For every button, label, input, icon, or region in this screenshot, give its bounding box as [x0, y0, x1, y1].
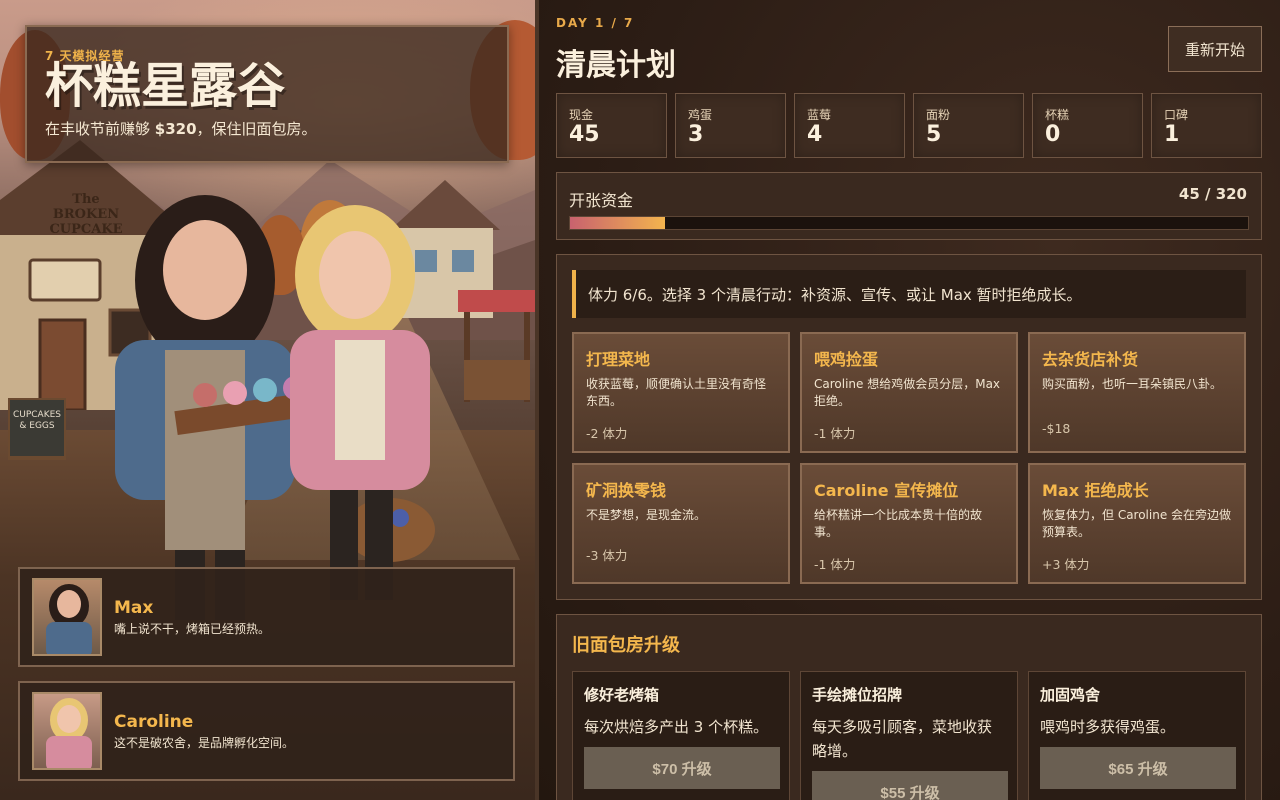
game-panel: DAY 1 / 7 清晨计划 重新开始 现金 45 鸡蛋 3 蓝莓 4 面粉 5… [539, 0, 1280, 800]
stat-eggs: 鸡蛋 3 [675, 93, 786, 158]
action-cost: -3 体力 [586, 548, 628, 563]
max-portrait-icon [46, 584, 92, 654]
action-promote-stall[interactable]: Caroline 宣传摊位 给杯糕讲一个比成本贵十倍的故事。 -1 体力 [800, 463, 1018, 584]
character-quote: 这不是破农舍，是品牌孵化空间。 [114, 735, 295, 750]
caroline-info: Caroline 这不是破农舍，是品牌孵化空间。 [114, 712, 294, 751]
stat-label: 口碑 [1164, 108, 1189, 122]
funds-progress-bar [569, 216, 1249, 230]
upgrade-coop: 加固鸡舍 喂鸡时多获得鸡蛋。 $65 升级 [1028, 671, 1246, 800]
energy-message: 体力 6/6。选择 3 个清晨行动：补资源、宣传、或让 Max 暂时拒绝成长。 [572, 270, 1246, 318]
action-grid: 打理菜地 收获蓝莓，顺便确认土里没有奇怪东西。 -2 体力 喂鸡捡蛋 Carol… [572, 332, 1246, 584]
action-restock-store[interactable]: 去杂货店补货 购买面粉，也听一耳朵镇民八卦。 -$18 [1028, 332, 1246, 453]
action-cost: -1 体力 [814, 426, 856, 441]
restart-button[interactable]: 重新开始 [1168, 26, 1262, 72]
upgrade-oven: 修好老烤箱 每次烘焙多产出 3 个杯糕。 $70 升级 [572, 671, 790, 800]
hero-subtitle: 在丰收节前赚够 $320，保住旧面包房。 [45, 118, 489, 139]
action-cost: -1 体力 [814, 557, 856, 572]
upgrade-sign-button[interactable]: $55 升级 [812, 771, 1008, 800]
action-refuse-growth[interactable]: Max 拒绝成长 恢复体力，但 Caroline 会在旁边做预算表。 +3 体力 [1028, 463, 1246, 584]
action-cost: -$18 [1042, 421, 1071, 436]
caroline-character [290, 205, 435, 600]
stat-cupcakes: 杯糕 0 [1032, 93, 1143, 158]
upgrade-name: 修好老烤箱 [584, 686, 660, 704]
character-card-max: Max 嘴上说不干，烤箱已经预热。 [18, 567, 515, 667]
action-desc: 给杯糕讲一个比成本贵十倍的故事。 [814, 508, 983, 539]
action-title: 矿洞换零钱 [586, 481, 667, 500]
upgrade-name: 加固鸡舍 [1040, 686, 1101, 704]
action-title: 打理菜地 [586, 350, 651, 369]
character-quote: 嘴上说不干，烤箱已经预热。 [114, 621, 271, 636]
funds-count: 45 / 320 [1178, 185, 1247, 203]
action-desc: 不是梦想，是现金流。 [586, 508, 707, 522]
stat-value: 0 [1045, 122, 1061, 147]
upgrades-title: 旧面包房升级 [572, 635, 680, 656]
caroline-portrait-icon [46, 698, 92, 768]
stat-flour: 面粉 5 [913, 93, 1024, 158]
upgrade-desc: 每次烘焙多产出 3 个杯糕。 [584, 718, 769, 736]
upgrade-oven-button[interactable]: $70 升级 [584, 747, 780, 789]
stat-cash: 现金 45 [556, 93, 667, 158]
upgrade-desc: 每天多吸引顾客，菜地收获略增。 [812, 718, 993, 760]
upgrade-name: 手绘摊位招牌 [812, 686, 903, 704]
stat-label: 杯糕 [1045, 108, 1070, 122]
stat-blueberries: 蓝莓 4 [794, 93, 905, 158]
stat-value: 3 [688, 122, 704, 147]
max-portrait [32, 578, 102, 656]
max-info: Max 嘴上说不干，烤箱已经预热。 [114, 598, 270, 637]
chalkboard-text: CUPCAKES & EGGS [12, 410, 62, 431]
stat-label: 蓝莓 [807, 108, 832, 122]
game-title: 杯糕星露谷 [45, 58, 286, 114]
subtitle-prefix: 在丰收节前赚够 [45, 120, 155, 138]
action-feed-chickens[interactable]: 喂鸡捡蛋 Caroline 想给鸡做会员分层，Max 拒绝。 -1 体力 [800, 332, 1018, 453]
stat-value: 5 [926, 122, 942, 147]
stat-label: 鸡蛋 [688, 108, 713, 122]
action-title: Caroline 宣传摊位 [814, 481, 959, 500]
action-cost: -2 体力 [586, 426, 628, 441]
stat-reputation: 口碑 1 [1151, 93, 1262, 158]
stat-value: 4 [807, 122, 823, 147]
upgrade-coop-button[interactable]: $65 升级 [1040, 747, 1236, 789]
upgrades-grid: 修好老烤箱 每次烘焙多产出 3 个杯糕。 $70 升级 手绘摊位招牌 每天多吸引… [572, 671, 1246, 800]
action-cost: +3 体力 [1042, 557, 1090, 572]
action-desc: Caroline 想给鸡做会员分层，Max 拒绝。 [814, 377, 1001, 408]
upgrade-stall-sign: 手绘摊位招牌 每天多吸引顾客，菜地收获略增。 $55 升级 [800, 671, 1018, 800]
funds-label: 开张资金 [569, 191, 634, 210]
scene-illustration: The BROKEN CUPCAKE CUPCAKES & EGGS 7 天模拟… [0, 0, 535, 800]
market-stall [458, 290, 535, 402]
action-mine-cash[interactable]: 矿洞换零钱 不是梦想，是现金流。 -3 体力 [572, 463, 790, 584]
stat-value: 1 [1164, 122, 1180, 147]
stat-label: 面粉 [926, 108, 951, 122]
action-title: Max 拒绝成长 [1042, 481, 1149, 500]
action-desc: 收获蓝莓，顺便确认土里没有奇怪东西。 [586, 377, 767, 408]
funds-progress-fill [570, 217, 666, 229]
hero-title-card: 7 天模拟经营 杯糕星露谷 在丰收节前赚够 $320，保住旧面包房。 [25, 25, 509, 163]
action-title: 去杂货店补货 [1042, 350, 1139, 369]
bakery-upgrades-panel: 旧面包房升级 修好老烤箱 每次烘焙多产出 3 个杯糕。 $70 升级 手绘摊位招… [556, 614, 1262, 800]
caroline-portrait [32, 692, 102, 770]
action-desc: 恢复体力，但 Caroline 会在旁边做预算表。 [1042, 508, 1232, 539]
phase-title: 清晨计划 [556, 48, 676, 83]
upgrade-desc: 喂鸡时多获得鸡蛋。 [1040, 718, 1176, 736]
stat-label: 现金 [569, 108, 594, 122]
stat-value: 45 [569, 122, 600, 147]
character-card-caroline: Caroline 这不是破农舍，是品牌孵化空间。 [18, 681, 515, 781]
morning-actions-panel: 体力 6/6。选择 3 个清晨行动：补资源、宣传、或让 Max 暂时拒绝成长。 … [556, 254, 1262, 600]
action-desc: 购买面粉，也听一耳朵镇民八卦。 [1042, 377, 1223, 391]
subtitle-suffix: ，保住旧面包房。 [196, 120, 317, 138]
resource-stats: 现金 45 鸡蛋 3 蓝莓 4 面粉 5 杯糕 0 口碑 1 [556, 93, 1262, 158]
character-name: Max [114, 597, 154, 618]
action-title: 喂鸡捡蛋 [814, 350, 879, 369]
character-name: Caroline [114, 711, 194, 732]
chalkboard-sign [8, 398, 66, 460]
goal-amount: $320 [154, 120, 197, 138]
action-tend-garden[interactable]: 打理菜地 收获蓝莓，顺便确认土里没有奇怪东西。 -2 体力 [572, 332, 790, 453]
day-counter: DAY 1 / 7 [556, 16, 635, 30]
funds-progress-panel: 开张资金 45 / 320 [556, 172, 1262, 240]
